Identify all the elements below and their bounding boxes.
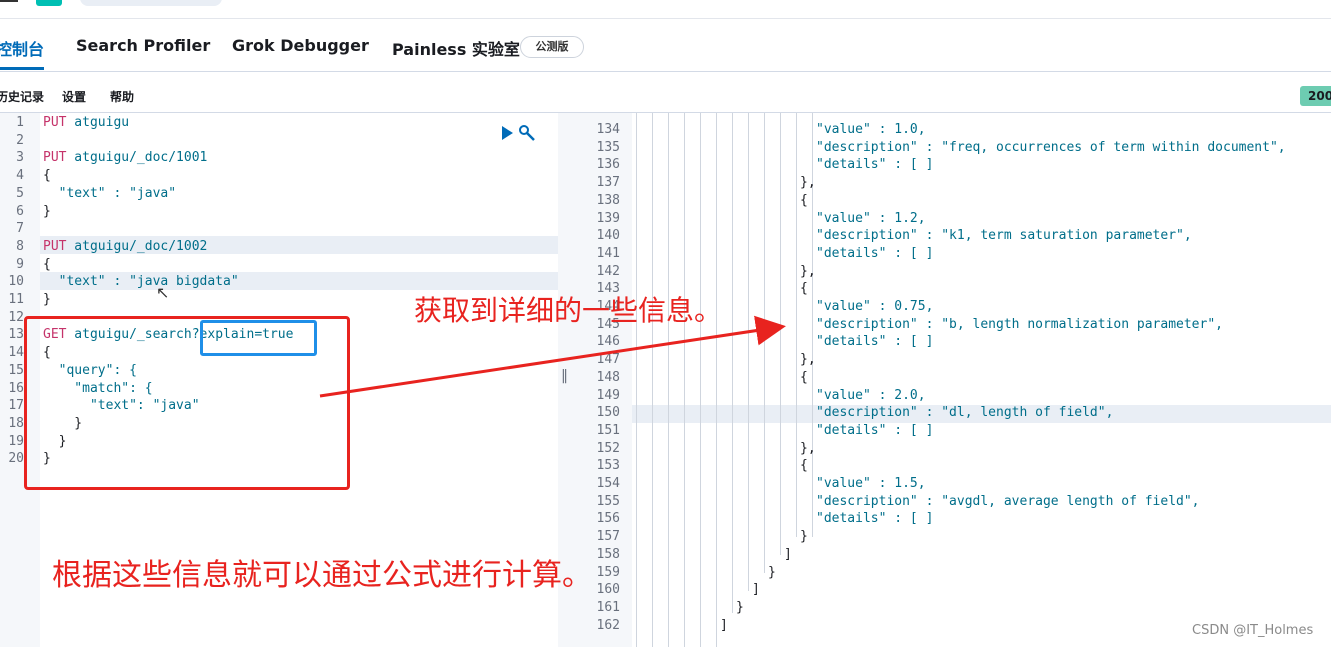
- annotation-detail-info: 获取到详细的一些信息。: [414, 294, 723, 327]
- annotation-calc-note: 根据这些信息就可以通过公式进行计算。: [52, 558, 592, 593]
- watermark: CSDN @IT_Holmes: [1192, 623, 1314, 638]
